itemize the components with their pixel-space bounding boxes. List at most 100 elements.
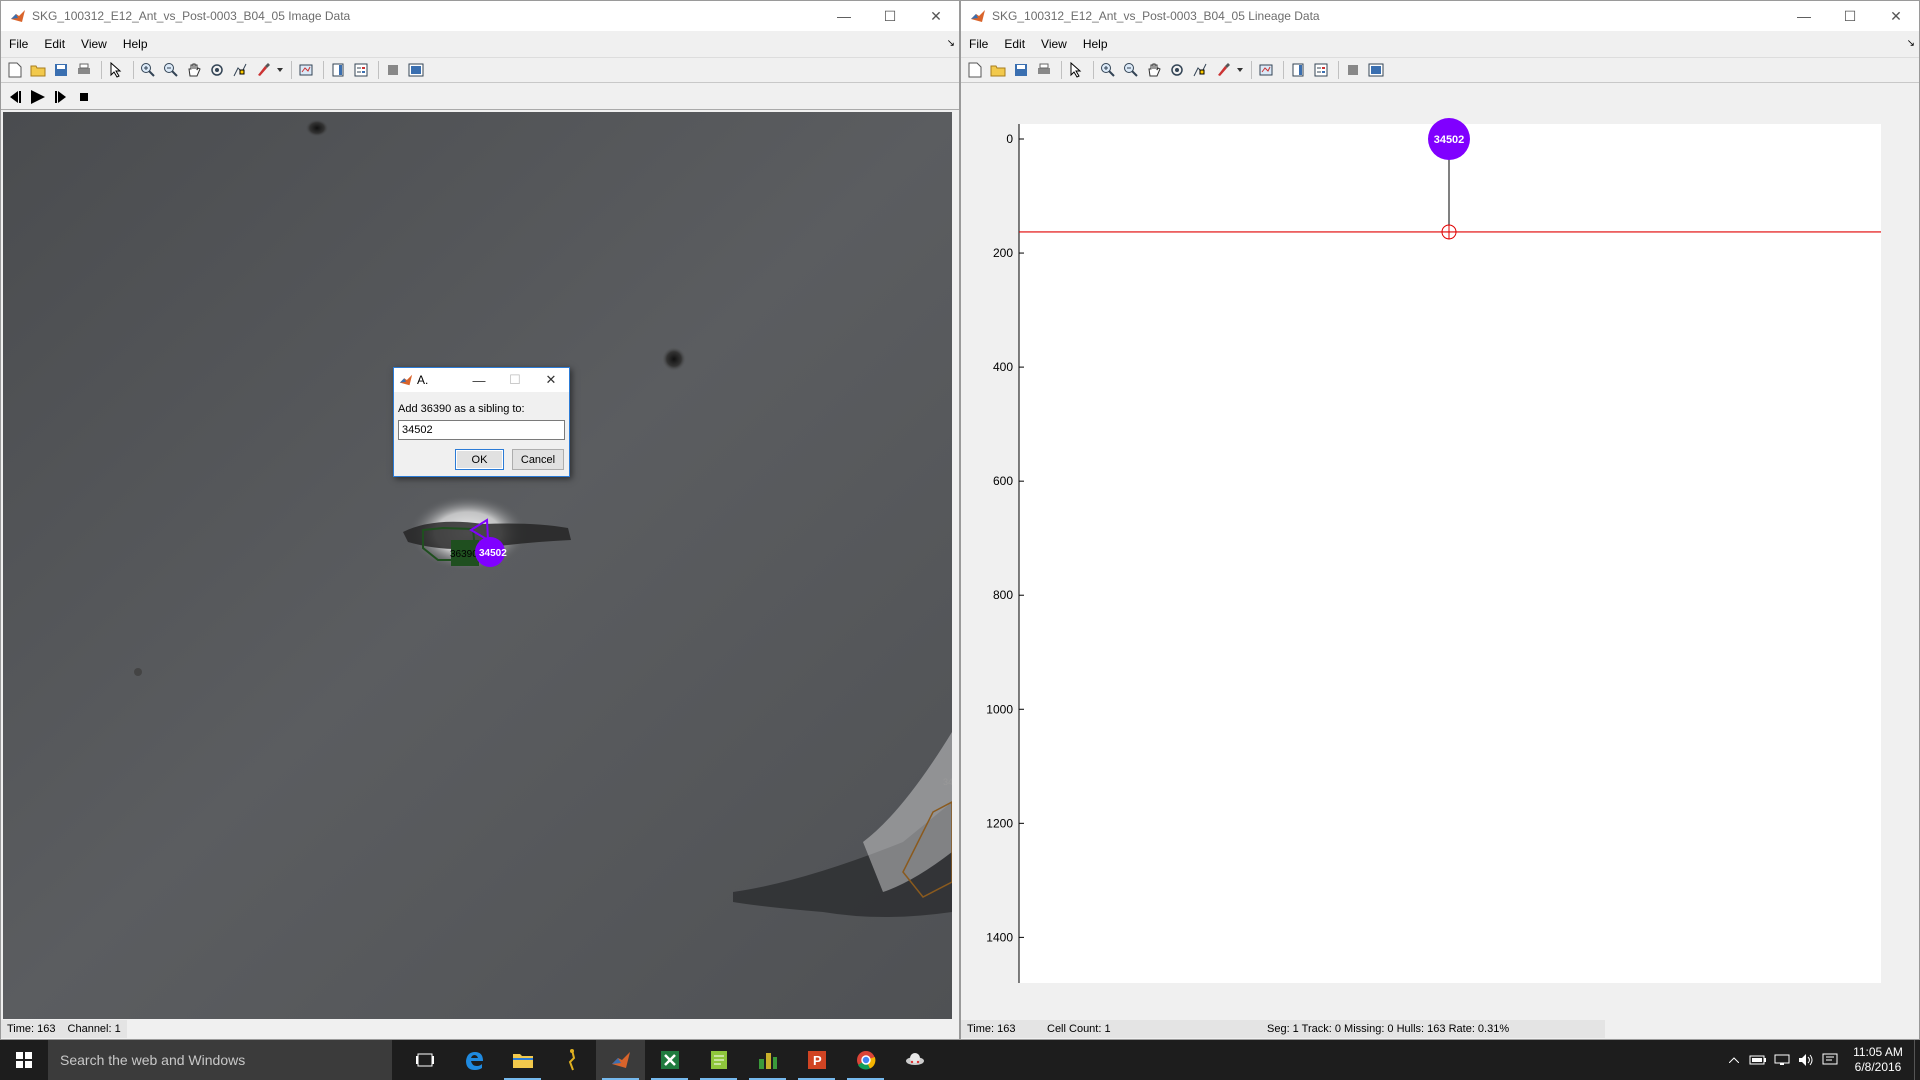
network-icon[interactable] xyxy=(1770,1053,1794,1067)
brush-button[interactable] xyxy=(253,60,273,80)
save-button[interactable] xyxy=(51,60,71,80)
dock-arrow-icon[interactable]: ↘ xyxy=(1907,38,1915,49)
taskbar-powerpoint[interactable]: P xyxy=(792,1040,841,1080)
print-button[interactable] xyxy=(74,60,94,80)
start-button[interactable] xyxy=(0,1040,48,1080)
print-button[interactable] xyxy=(1034,60,1054,80)
pan-button[interactable] xyxy=(1144,60,1164,80)
zoom-out-button[interactable] xyxy=(161,60,181,80)
close-button[interactable]: ✕ xyxy=(913,1,959,31)
minimize-button[interactable]: — xyxy=(821,1,867,31)
colorbar-button[interactable] xyxy=(328,60,348,80)
minimize-button[interactable]: — xyxy=(1781,1,1827,31)
menu-edit[interactable]: Edit xyxy=(996,37,1033,51)
taskbar-file-explorer[interactable] xyxy=(498,1040,547,1080)
taskbar-chrome[interactable] xyxy=(841,1040,890,1080)
brush-dropdown[interactable] xyxy=(1236,60,1244,80)
step-back-button[interactable] xyxy=(5,87,25,107)
zoom-out-icon xyxy=(1124,63,1138,77)
menu-view[interactable]: View xyxy=(73,37,115,51)
data-cursor-button[interactable] xyxy=(230,60,250,80)
new-figure-button[interactable] xyxy=(5,60,25,80)
menu-edit[interactable]: Edit xyxy=(36,37,73,51)
powerpoint-icon: P xyxy=(807,1051,826,1069)
volume-icon[interactable] xyxy=(1794,1053,1818,1067)
taskbar-notepad[interactable] xyxy=(694,1040,743,1080)
battery-icon[interactable] xyxy=(1746,1055,1770,1065)
show-tools-button[interactable] xyxy=(406,60,426,80)
open-button[interactable] xyxy=(988,60,1008,80)
zoom-out-button[interactable] xyxy=(1121,60,1141,80)
windows-logo-icon xyxy=(16,1052,32,1068)
brush-icon xyxy=(258,63,270,76)
save-button[interactable] xyxy=(1011,60,1031,80)
titlebar[interactable]: SKG_100312_E12_Ant_vs_Post-0003_B04_05 L… xyxy=(961,1,1919,31)
brush-button[interactable] xyxy=(1213,60,1233,80)
zoom-in-button[interactable] xyxy=(138,60,158,80)
close-button[interactable]: ✕ xyxy=(1873,1,1919,31)
dock-arrow-icon[interactable]: ↘ xyxy=(947,38,955,49)
taskbar-app-yellow[interactable] xyxy=(547,1040,596,1080)
menu-file[interactable]: File xyxy=(1,37,36,51)
dialog-titlebar[interactable]: A. — ☐ ✕ xyxy=(394,368,569,392)
taskbar-matlab[interactable] xyxy=(596,1040,645,1080)
ok-button[interactable]: OK xyxy=(455,449,504,470)
y-tick-label: 800 xyxy=(993,588,1013,602)
play-button[interactable] xyxy=(28,87,48,107)
maximize-button[interactable]: ☐ xyxy=(1827,1,1873,31)
link-button[interactable] xyxy=(296,60,316,80)
lineage-node-label: 34502 xyxy=(1434,134,1465,146)
open-button[interactable] xyxy=(28,60,48,80)
taskbar-search[interactable]: Search the web and Windows xyxy=(48,1040,392,1080)
data-cursor-button[interactable] xyxy=(1190,60,1210,80)
taskbar-edge[interactable] xyxy=(449,1040,498,1080)
maximize-button[interactable]: ☐ xyxy=(867,1,913,31)
select-button[interactable] xyxy=(1066,60,1086,80)
menu-help[interactable]: Help xyxy=(1075,37,1116,51)
taskbar-app-ufo[interactable] xyxy=(890,1040,939,1080)
menu-help[interactable]: Help xyxy=(115,37,156,51)
lineage-plot[interactable]: 0 200 400 600 800 1000 1200 1400 34502 xyxy=(961,111,1919,1021)
new-figure-button[interactable] xyxy=(965,60,985,80)
brush-dropdown[interactable] xyxy=(276,60,284,80)
menubar: File Edit View Help ↘ xyxy=(1,33,959,55)
dialog-close-button[interactable]: ✕ xyxy=(533,368,569,392)
show-hidden-icons-button[interactable] xyxy=(1722,1057,1746,1063)
legend-button[interactable] xyxy=(1311,60,1331,80)
colorbar-button[interactable] xyxy=(1288,60,1308,80)
y-tick-label: 1200 xyxy=(986,816,1013,830)
data-cursor-icon xyxy=(1193,63,1207,77)
step-forward-button[interactable] xyxy=(51,87,71,107)
taskbar-excel[interactable] xyxy=(645,1040,694,1080)
show-tools-button[interactable] xyxy=(1366,60,1386,80)
status-cell-count: Cell Count: 1 xyxy=(1041,1020,1261,1038)
show-desktop-button[interactable] xyxy=(1914,1040,1920,1080)
hide-tools-button[interactable] xyxy=(383,60,403,80)
menu-file[interactable]: File xyxy=(961,37,996,51)
stop-button[interactable] xyxy=(74,87,94,107)
matlab-icon xyxy=(611,1052,630,1068)
clock[interactable]: 11:05 AM 6/8/2016 xyxy=(1842,1045,1914,1075)
sibling-id-input[interactable] xyxy=(398,420,565,440)
rotate-button[interactable] xyxy=(207,60,227,80)
select-button[interactable] xyxy=(106,60,126,80)
legend-icon xyxy=(354,63,368,77)
print-icon xyxy=(78,63,90,74)
pan-button[interactable] xyxy=(184,60,204,80)
taskbar-app-green[interactable] xyxy=(743,1040,792,1080)
square-icon xyxy=(1348,65,1358,75)
dialog-title: A. xyxy=(417,373,429,387)
task-view-button[interactable] xyxy=(400,1040,449,1080)
legend-button[interactable] xyxy=(351,60,371,80)
menu-view[interactable]: View xyxy=(1033,37,1075,51)
titlebar[interactable]: SKG_100312_E12_Ant_vs_Post-0003_B04_05 I… xyxy=(1,1,959,31)
notifications-icon[interactable] xyxy=(1818,1053,1842,1067)
hide-tools-button[interactable] xyxy=(1343,60,1363,80)
rotate-button[interactable] xyxy=(1167,60,1187,80)
y-tick-label: 1000 xyxy=(986,702,1013,716)
cancel-button[interactable]: Cancel xyxy=(512,449,564,470)
zoom-in-button[interactable] xyxy=(1098,60,1118,80)
microscopy-image[interactable]: 36390 34502 344 xyxy=(3,112,952,1019)
dialog-minimize-button[interactable]: — xyxy=(461,368,497,392)
link-button[interactable] xyxy=(1256,60,1276,80)
